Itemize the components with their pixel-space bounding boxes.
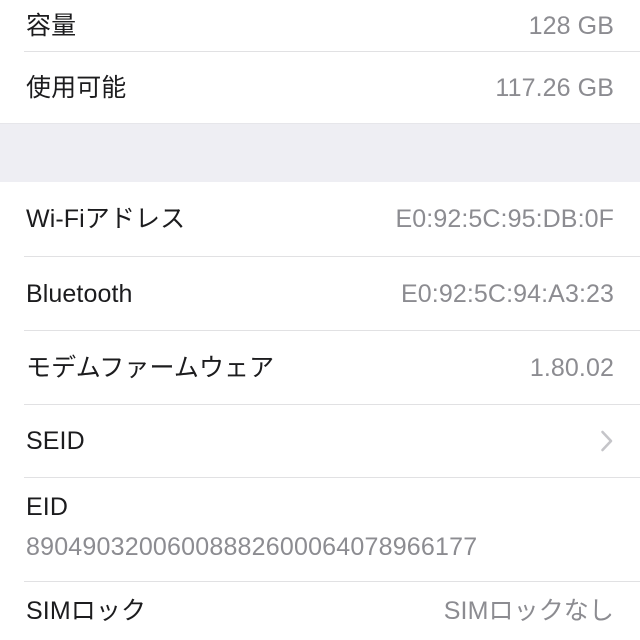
row-seid[interactable]: SEID xyxy=(0,405,640,477)
row-wifi-address[interactable]: Wi-Fiアドレス E0:92:5C:95:DB:0F xyxy=(0,182,640,256)
row-seid-label: SEID xyxy=(26,427,85,455)
row-sim-lock-label: SIMロック xyxy=(26,597,147,625)
row-bluetooth-label: Bluetooth xyxy=(26,279,133,308)
row-eid-label: EID xyxy=(26,493,68,521)
row-sim-lock-value: SIMロックなし xyxy=(443,597,614,625)
row-sim-lock[interactable]: SIMロック SIMロックなし xyxy=(0,582,640,640)
row-bluetooth[interactable]: Bluetooth E0:92:5C:94:A3:23 xyxy=(0,257,640,330)
row-capacity-value: 128 GB xyxy=(528,11,614,40)
row-modem-firmware-label: モデムファームウェア xyxy=(26,353,275,382)
row-eid[interactable]: EID 89049032006008882600064078966177 xyxy=(0,478,640,581)
row-available-value: 117.26 GB xyxy=(495,74,614,102)
row-modem-firmware[interactable]: モデムファームウェア 1.80.02 xyxy=(0,331,640,404)
row-wifi-address-label: Wi-Fiアドレス xyxy=(26,205,186,233)
row-bluetooth-value: E0:92:5C:94:A3:23 xyxy=(401,279,614,308)
row-modem-firmware-value: 1.80.02 xyxy=(529,353,614,382)
row-available-label: 使用可能 xyxy=(26,74,127,102)
group-gap-spacer xyxy=(0,124,640,182)
settings-about-screen: 容量 128 GB 使用可能 117.26 GB Wi-Fiアドレス E0:92… xyxy=(0,0,640,640)
row-capacity-label: 容量 xyxy=(26,11,77,40)
chevron-right-icon[interactable] xyxy=(600,429,614,453)
row-wifi-address-value: E0:92:5C:95:DB:0F xyxy=(395,205,614,233)
row-capacity[interactable]: 容量 128 GB xyxy=(0,0,640,51)
row-available[interactable]: 使用可能 117.26 GB xyxy=(0,52,640,124)
row-eid-value: 89049032006008882600064078966177 xyxy=(26,533,478,561)
